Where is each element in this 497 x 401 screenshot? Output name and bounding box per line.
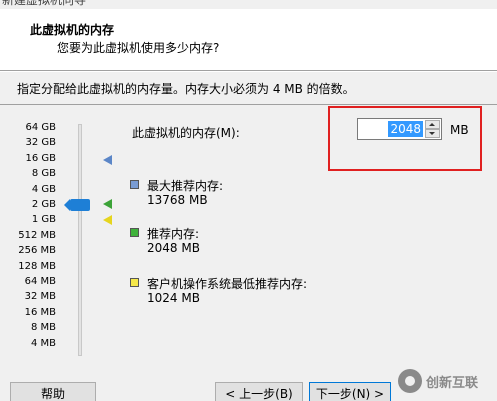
header-divider [0,70,497,72]
memory-slider-track[interactable] [78,124,82,356]
slider-tick-label: 16 MB [24,306,56,318]
watermark-logo-icon [398,369,422,393]
window-title: 新建虚拟机向导 [2,0,87,7]
recommended-value: 2048 MB [147,241,200,255]
min-recommended-title: 客户机操作系统最低推荐内存: [147,277,308,291]
min-recommended-marker [103,215,112,225]
slider-tick-label: 32 MB [24,291,56,303]
watermark-text: 创新互联 [426,376,479,391]
slider-tick-label: 32 GB [25,137,56,149]
slider-tick-label: 128 MB [18,260,56,272]
slider-tick-label: 4 GB [31,183,56,195]
slider-tick-label: 1 GB [31,214,56,226]
max-recommended-value: 13768 MB [147,193,208,207]
recommended-marker [103,199,112,209]
memory-slider-thumb[interactable] [64,199,90,211]
page-subtitle: 您要为此虚拟机使用多少内存? [57,41,220,55]
highlight-annotation [328,106,482,171]
slider-tick-label: 64 MB [24,276,56,287]
min-recommended-value: 1024 MB [147,291,200,305]
help-button[interactable]: 帮助 [10,382,96,401]
recommended-title: 推荐内存: [147,227,200,241]
window-titlebar: 新建虚拟机向导 [0,0,497,9]
memory-label: 此虚拟机的内存(M): [132,126,240,140]
next-button[interactable]: 下一步(N) > [309,382,391,401]
max-recommended-swatch [130,180,139,189]
watermark: 创新互联 [394,366,497,396]
max-recommended-title: 最大推荐内存: [147,179,224,193]
instruction-text: 指定分配给此虚拟机的内存量。内存大小必须为 4 MB 的倍数。 [17,82,355,96]
slider-tick-label: 2 GB [31,199,56,210]
slider-tick-label: 512 MB [18,229,56,241]
slider-tick-label: 8 MB [30,322,56,334]
recommended-swatch [130,228,139,237]
max-recommended-marker [103,155,112,165]
back-button[interactable]: < 上一步(B) [215,382,303,401]
wizard-header: 此虚拟机的内存 您要为此虚拟机使用多少内存? [0,9,497,70]
slider-tick-label: 64 GB [25,122,56,133]
slider-tick-label: 256 MB [18,245,56,257]
page-title: 此虚拟机的内存 [30,23,115,37]
slider-tick-label: 8 GB [31,168,56,180]
slider-tick-label: 4 MB [30,337,56,349]
min-recommended-swatch [130,278,139,287]
slider-tick-label: 16 GB [25,152,56,164]
